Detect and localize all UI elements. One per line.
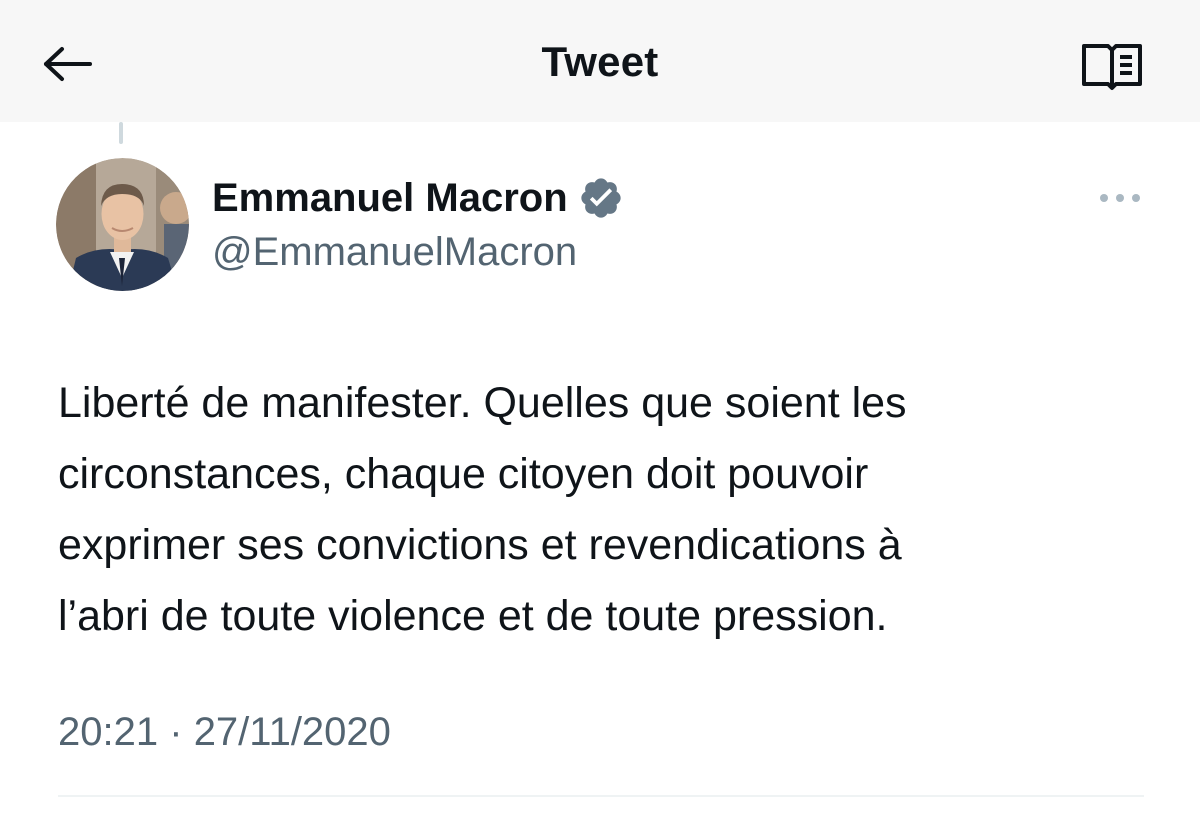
profile-photo [56, 158, 189, 291]
author-display-name[interactable]: Emmanuel Macron [212, 176, 568, 221]
tweet-text-line: Liberté de manifester. Quelles que soien… [58, 379, 907, 427]
reader-mode-button[interactable] [1072, 36, 1152, 96]
top-navigation-bar: Tweet [0, 0, 1200, 122]
author-handle[interactable]: @EmmanuelMacron [212, 230, 577, 275]
thread-connector-line [119, 122, 123, 144]
tweet-text-line: l’abri de toute violence et de toute pre… [58, 592, 888, 640]
tweet-time: 20:21 [58, 710, 159, 754]
tweet-text: Liberté de manifester. Quelles que soien… [58, 368, 1158, 652]
tweet-timestamp[interactable]: 20:21 · 27/11/2020 [58, 710, 391, 755]
avatar[interactable] [56, 158, 189, 291]
more-horizontal-icon [1100, 194, 1140, 202]
tweet-text-line: circonstances, chaque citoyen doit pouvo… [58, 450, 869, 498]
tweet-text-line: exprimer ses convictions et revendicatio… [58, 521, 902, 569]
tweet-detail-screen: Tweet Emmanuel Macron @EmmanuelMacron Li… [0, 0, 1200, 829]
author-name-row: Emmanuel Macron [212, 172, 624, 224]
divider [58, 795, 1144, 797]
page-title: Tweet [541, 38, 659, 85]
book-open-icon [1082, 44, 1142, 90]
verified-badge-icon [578, 175, 624, 221]
more-options-button[interactable] [1092, 180, 1148, 216]
timestamp-separator: · [169, 710, 183, 754]
tweet-date: 27/11/2020 [193, 710, 391, 754]
